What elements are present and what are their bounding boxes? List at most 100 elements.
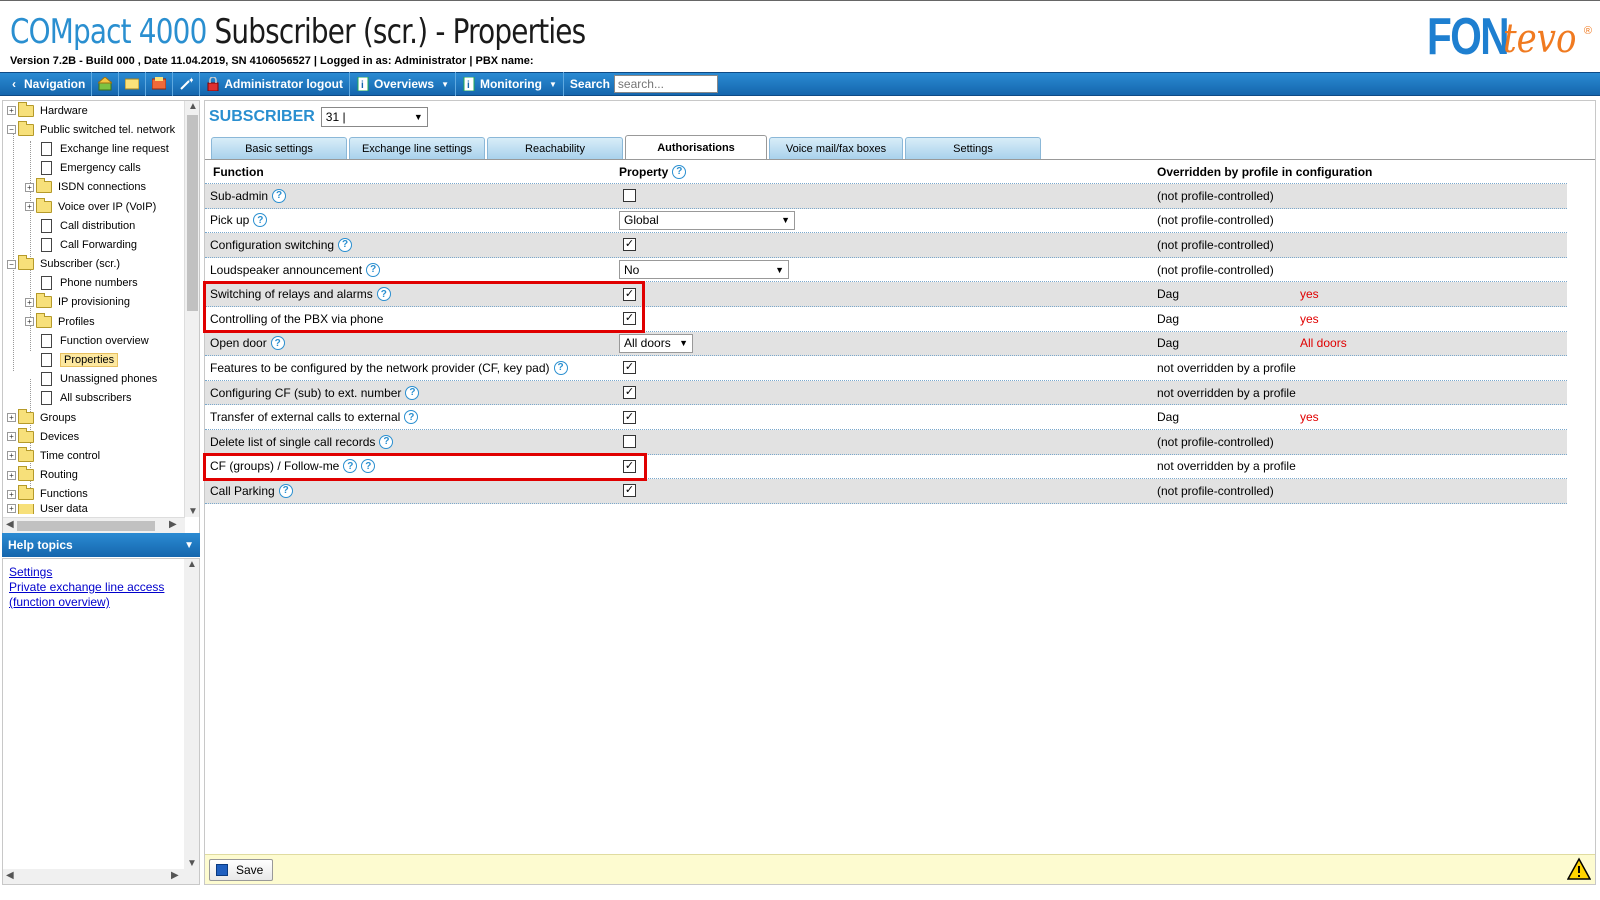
expand-icon[interactable]: +	[7, 504, 16, 514]
help-icon[interactable]: ?	[379, 434, 394, 449]
scroll-right-icon[interactable]: ▶	[171, 870, 179, 881]
search-input[interactable]	[613, 75, 718, 93]
tree-vertical-scrollbar[interactable]: ▲ ▼	[184, 101, 199, 517]
scroll-thumb[interactable]	[17, 521, 155, 531]
call-parking-checkbox[interactable]: ✓	[623, 484, 636, 498]
tab-voice-mail-fax-boxes[interactable]: Voice mail/fax boxes	[769, 137, 903, 159]
transfer-button[interactable]	[146, 72, 174, 96]
delete-call-records-checkbox[interactable]	[623, 435, 636, 449]
chevron-down-icon: ▼	[548, 79, 557, 89]
expand-icon[interactable]: +	[7, 470, 16, 480]
admin-logout-button[interactable]: Administrator logout	[200, 72, 351, 96]
expand-icon[interactable]: +	[7, 489, 16, 499]
tab-exchange-line-settings[interactable]: Exchange line settings	[349, 137, 485, 159]
tree-item-ip-provisioning[interactable]: + IP provisioning	[3, 293, 185, 312]
scroll-right-icon[interactable]: ▶	[169, 519, 177, 530]
help-icon[interactable]: ?	[272, 188, 287, 203]
chevron-down-icon: ▼	[441, 79, 449, 89]
tree-item-unassigned-phones[interactable]: Unassigned phones	[3, 370, 185, 389]
help-icon[interactable]: ?	[404, 410, 419, 425]
expand-icon[interactable]: +	[7, 413, 16, 423]
expand-icon[interactable]: +	[7, 106, 16, 116]
home-button[interactable]	[92, 72, 120, 96]
help-icon[interactable]: ?	[253, 213, 268, 228]
help-vertical-scrollbar[interactable]: ▲ ▼	[184, 559, 199, 869]
tree-horizontal-scrollbar[interactable]: ◀ ▶	[3, 517, 185, 533]
override-value: Dag	[1157, 410, 1180, 425]
help-topics-header[interactable]: Help topics ▼	[2, 533, 200, 557]
tree-item-all-subscribers[interactable]: All subscribers	[3, 389, 185, 408]
overviews-menu[interactable]: i Overviews ▼	[350, 72, 456, 96]
tree-item-devices[interactable]: + Devices	[3, 427, 185, 446]
scroll-up-icon[interactable]: ▲	[188, 101, 198, 112]
help-icon[interactable]: ?	[553, 360, 568, 375]
help-icon[interactable]: ?	[366, 262, 381, 277]
help-icon[interactable]: ?	[672, 164, 687, 179]
tree-item-hardware[interactable]: + Hardware	[3, 101, 185, 120]
help-link-settings[interactable]: Settings	[9, 565, 164, 580]
tree-item-routing[interactable]: + Routing	[3, 466, 185, 485]
help-icon[interactable]: ?	[278, 483, 293, 498]
tree-item-call-distribution[interactable]: Call distribution	[3, 216, 185, 235]
folder-icon	[18, 466, 34, 482]
overridden-header: Overridden by profile in configuration	[1157, 164, 1373, 179]
wizard-button[interactable]: ✦	[173, 72, 201, 96]
scroll-up-icon[interactable]: ▲	[187, 559, 197, 570]
collapse-icon[interactable]: −	[7, 259, 16, 269]
tree-item-function-overview[interactable]: Function overview	[3, 331, 185, 350]
configuring-cf-checkbox[interactable]: ✓	[623, 386, 636, 400]
tree-item-pstn[interactable]: − Public switched tel. network	[3, 120, 185, 139]
tree-item-call-forwarding[interactable]: Call Forwarding	[3, 235, 185, 254]
tab-authorisations[interactable]: Authorisations	[625, 135, 767, 159]
sub-admin-checkbox[interactable]	[623, 189, 636, 203]
configuration-switching-checkbox[interactable]: ✓	[623, 238, 636, 252]
open-door-select[interactable]: All doors ▼	[619, 333, 693, 353]
warning-icon[interactable]	[1567, 857, 1591, 881]
tree-item-emergency-calls[interactable]: Emergency calls	[3, 159, 185, 178]
network-provider-features-checkbox[interactable]: ✓	[623, 361, 636, 375]
messages-button[interactable]	[119, 72, 147, 96]
expand-icon[interactable]: +	[25, 202, 34, 212]
tab-basic-settings[interactable]: Basic settings	[211, 137, 347, 159]
expand-icon[interactable]: +	[25, 182, 34, 192]
loudspeaker-select[interactable]: No ▼	[619, 260, 789, 280]
table-row: Open door? All doors ▼ Dag All doors	[205, 331, 1567, 357]
tab-settings[interactable]: Settings	[905, 137, 1041, 159]
tree-item-profiles[interactable]: + Profiles	[3, 312, 185, 331]
help-icon[interactable]: ?	[405, 385, 420, 400]
navigation-button[interactable]: ‹ Navigation	[0, 72, 93, 96]
collapse-icon[interactable]: −	[7, 125, 16, 135]
help-link-function-overview[interactable]: (function overview)	[9, 595, 164, 610]
expand-icon[interactable]: +	[7, 432, 16, 442]
help-icon[interactable]: ?	[270, 336, 285, 351]
tree-item-time-control[interactable]: + Time control	[3, 446, 185, 465]
scroll-left-icon[interactable]: ◀	[6, 870, 14, 881]
tree-item-groups[interactable]: + Groups	[3, 408, 185, 427]
tree-item-subscriber[interactable]: − Subscriber (scr.)	[3, 255, 185, 274]
scroll-down-icon[interactable]: ▼	[188, 506, 198, 517]
expand-icon[interactable]: +	[25, 317, 34, 327]
tree-item-phone-numbers[interactable]: Phone numbers	[3, 274, 185, 293]
tree-item-functions[interactable]: + Functions	[3, 485, 185, 504]
help-icon[interactable]: ?	[338, 237, 353, 252]
pick-up-select[interactable]: Global ▼	[619, 210, 795, 230]
expand-icon[interactable]: +	[25, 297, 34, 307]
save-button[interactable]: Save	[209, 859, 273, 881]
scroll-left-icon[interactable]: ◀	[6, 519, 14, 530]
help-link-private-exchange[interactable]: Private exchange line access	[9, 580, 164, 595]
tree-item-properties[interactable]: Properties	[3, 350, 185, 369]
folder-icon	[18, 101, 34, 117]
monitoring-menu[interactable]: i Monitoring ▼	[456, 72, 564, 96]
transfer-external-checkbox[interactable]: ✓	[623, 410, 636, 424]
scroll-thumb[interactable]	[187, 115, 198, 311]
expand-icon[interactable]: +	[7, 451, 16, 461]
tree-item-exchange-line-request[interactable]: Exchange line request	[3, 139, 185, 158]
tree-item-voip[interactable]: + Voice over IP (VoIP)	[3, 197, 185, 216]
subscriber-select[interactable]: 31 | ▼	[320, 107, 428, 127]
help-horizontal-scrollbar[interactable]: ◀ ▶	[3, 869, 199, 884]
tree-item-isdn-connections[interactable]: + ISDN connections	[3, 178, 185, 197]
scroll-down-icon[interactable]: ▼	[187, 858, 197, 869]
table-row: Loudspeaker announcement? No ▼ (not profi…	[205, 258, 1567, 283]
tab-reachability[interactable]: Reachability	[487, 137, 623, 159]
tree-item-user-data[interactable]: + User data	[3, 503, 185, 514]
